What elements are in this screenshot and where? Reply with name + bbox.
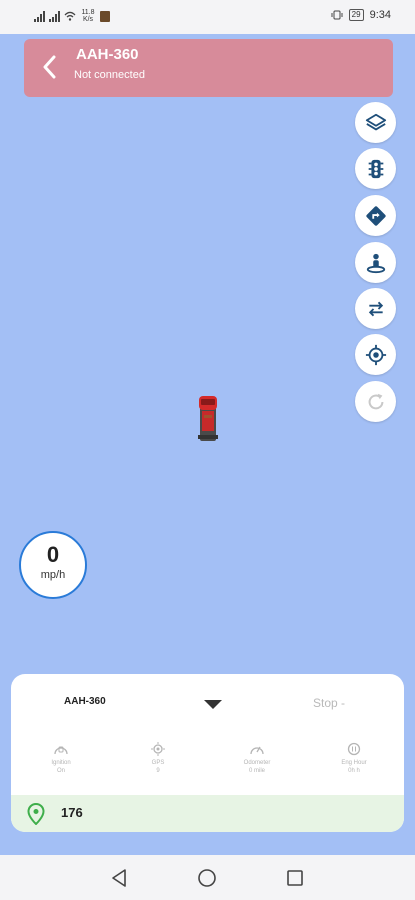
speedometer: 0 mp/h xyxy=(19,531,87,599)
odometer-icon xyxy=(250,746,264,755)
stat-gps: GPS 9 xyxy=(128,742,188,775)
street-view-button[interactable] xyxy=(355,242,396,283)
vehicle-info-panel: AAH-360 Stop - Ignition On GPS 9 Odomete… xyxy=(11,674,404,832)
swap-button[interactable] xyxy=(355,288,396,329)
wifi-icon xyxy=(64,11,76,21)
signal-icon xyxy=(34,10,45,22)
status-bar: 11.8 K/s 29 9:34 xyxy=(0,0,415,34)
traffic-light-icon xyxy=(368,159,383,178)
system-nav-bar xyxy=(0,855,415,900)
stat-engine-hour: Eng Hour 0h h xyxy=(324,742,384,775)
back-button[interactable] xyxy=(34,51,64,83)
location-count: 176 xyxy=(61,805,83,820)
nav-recents-button[interactable] xyxy=(284,867,306,889)
circle-home-icon xyxy=(198,869,216,887)
network-speed: 11.8 K/s xyxy=(81,9,95,23)
connection-status: Not connected xyxy=(74,69,145,81)
signal-icon xyxy=(49,10,60,22)
speed-value: 0 xyxy=(46,542,60,567)
layers-button[interactable] xyxy=(355,102,396,143)
status-left: 11.8 K/s xyxy=(34,9,110,23)
speed-unit: mp/h xyxy=(40,569,66,581)
swap-arrows-icon xyxy=(368,301,383,316)
nav-home-button[interactable] xyxy=(196,867,218,889)
refresh-icon xyxy=(368,393,383,409)
vehicle-title: AAH-360 xyxy=(76,46,139,63)
stat-label: Ignition xyxy=(51,760,71,766)
square-recents-icon xyxy=(287,870,303,886)
vehicle-status: Stop - xyxy=(313,696,346,710)
vehicle-marker-icon[interactable] xyxy=(196,395,220,445)
panel-footer: 176 xyxy=(11,795,404,832)
ignition-icon xyxy=(54,746,68,755)
engine-hour-icon xyxy=(347,742,361,756)
stat-value: 9 xyxy=(156,768,160,774)
stat-label: GPS xyxy=(151,760,165,766)
directions-icon xyxy=(365,205,386,226)
vibrate-icon xyxy=(331,10,343,20)
layers-icon xyxy=(365,113,386,130)
expand-arrow-icon[interactable] xyxy=(204,700,222,709)
directions-button[interactable] xyxy=(355,195,396,236)
battery-icon: 29 xyxy=(348,9,364,21)
street-view-icon xyxy=(366,253,385,273)
stat-value: 0h h xyxy=(348,768,360,774)
traffic-button[interactable] xyxy=(355,148,396,189)
app-notification-icon xyxy=(100,10,110,22)
my-location-button[interactable] xyxy=(355,334,396,375)
crosshair-icon xyxy=(365,344,386,365)
stat-value: 0 mile xyxy=(248,768,265,774)
gps-icon xyxy=(151,742,165,756)
chevron-left-icon xyxy=(43,55,56,79)
location-pin-icon xyxy=(27,803,45,825)
stat-value: On xyxy=(56,768,65,774)
triangle-back-icon xyxy=(112,869,126,887)
refresh-button[interactable] xyxy=(355,381,396,422)
status-right: 29 9:34 xyxy=(331,9,391,21)
stat-odometer: Odometer 0 mile xyxy=(227,742,287,775)
panel-vehicle-name: AAH-360 xyxy=(64,696,106,707)
stat-label: Odometer xyxy=(243,760,271,766)
time: 9:34 xyxy=(369,9,391,21)
stat-label: Eng Hour xyxy=(341,760,367,766)
stat-ignition: Ignition On xyxy=(31,742,91,775)
nav-back-button[interactable] xyxy=(108,867,130,889)
vehicle-header: AAH-360 Not connected xyxy=(24,39,393,97)
